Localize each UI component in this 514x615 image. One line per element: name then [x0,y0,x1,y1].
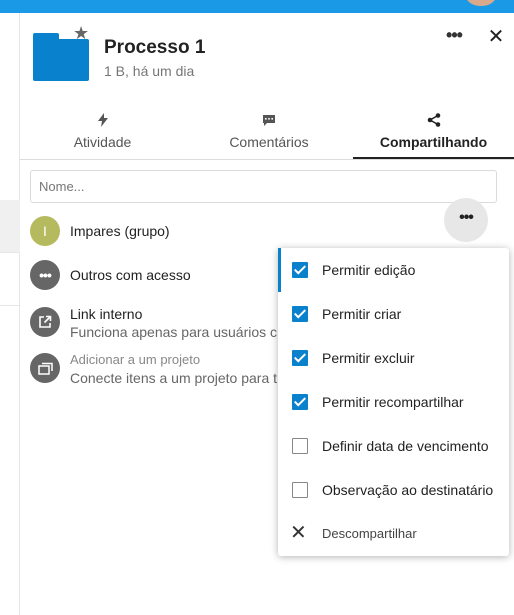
share-group-label: Impares (grupo) [70,223,170,239]
menu-item-allow-reshare[interactable]: Permitir recompartilhar [278,380,509,424]
close-icon: ✕ [290,522,307,544]
share-others-label: Outros com acesso [70,267,191,283]
menu-item-label: Permitir criar [322,306,402,322]
checkbox-checked-icon [292,262,308,278]
menu-item-label: Descompartilhar [322,526,417,541]
internal-link-label: Link interno [70,306,143,322]
tab-activity[interactable]: Atividade [20,109,185,159]
tab-sharing[interactable]: Compartilhando [353,109,514,159]
file-subtitle: 1 B, há um dia [104,63,195,79]
menu-item-allow-delete[interactable]: Permitir excluir [278,336,509,380]
lightning-icon [20,109,185,131]
file-title: Processo 1 [104,37,206,58]
left-background-list [0,13,20,615]
menu-item-unshare[interactable]: ✕ Descompartilhar [278,512,509,556]
menu-item-allow-edit[interactable]: Permitir edição [278,248,509,292]
menu-item-expiration-date[interactable]: Definir data de vencimento [278,424,509,468]
project-sublabel: Conecte itens a um projeto para t [70,370,278,386]
tab-sharing-label: Compartilhando [379,134,488,150]
tab-activity-label: Atividade [73,134,132,150]
share-row-group[interactable]: I Impares (grupo) [30,216,490,248]
checkbox-unchecked-icon [292,438,308,454]
left-divider [0,252,20,253]
tab-bar: Atividade Comentários Compartilhando [20,109,514,160]
internal-link-sublabel: Funciona apenas para usuários c [70,324,278,340]
tab-comments[interactable]: Comentários [185,109,353,159]
project-tiny-label: Adicionar a um projeto [70,352,201,367]
tab-comments-label: Comentários [229,134,309,150]
more-horizontal-icon: ••• [30,260,60,290]
menu-item-label: Observação ao destinatário [322,482,494,498]
checkbox-checked-icon [292,306,308,322]
share-icon [353,109,514,131]
group-avatar: I [30,216,60,246]
more-horizontal-icon[interactable]: ••• [442,25,466,49]
menu-item-label: Permitir edição [322,262,416,278]
left-divider [0,305,20,306]
left-selected-row [0,200,20,252]
menu-item-allow-create[interactable]: Permitir criar [278,292,509,336]
menu-item-note-to-recipient[interactable]: Observação ao destinatário [278,468,509,512]
checkbox-unchecked-icon [292,482,308,498]
external-link-icon [30,307,60,337]
menu-item-label: Definir data de vencimento [322,438,489,454]
share-search-input[interactable] [30,170,497,203]
checkbox-checked-icon [292,350,308,366]
close-icon[interactable]: ✕ [484,25,508,49]
star-icon[interactable]: ★ [73,24,89,42]
menu-item-label: Permitir excluir [322,350,415,366]
checkbox-checked-icon [292,394,308,410]
project-icon [30,353,60,383]
share-options-menu: Permitir edição Permitir criar Permitir … [278,248,509,556]
share-options-button[interactable]: ••• [444,198,488,242]
menu-item-label: Permitir recompartilhar [322,394,464,410]
top-bar [0,0,514,13]
comment-icon [185,109,353,131]
